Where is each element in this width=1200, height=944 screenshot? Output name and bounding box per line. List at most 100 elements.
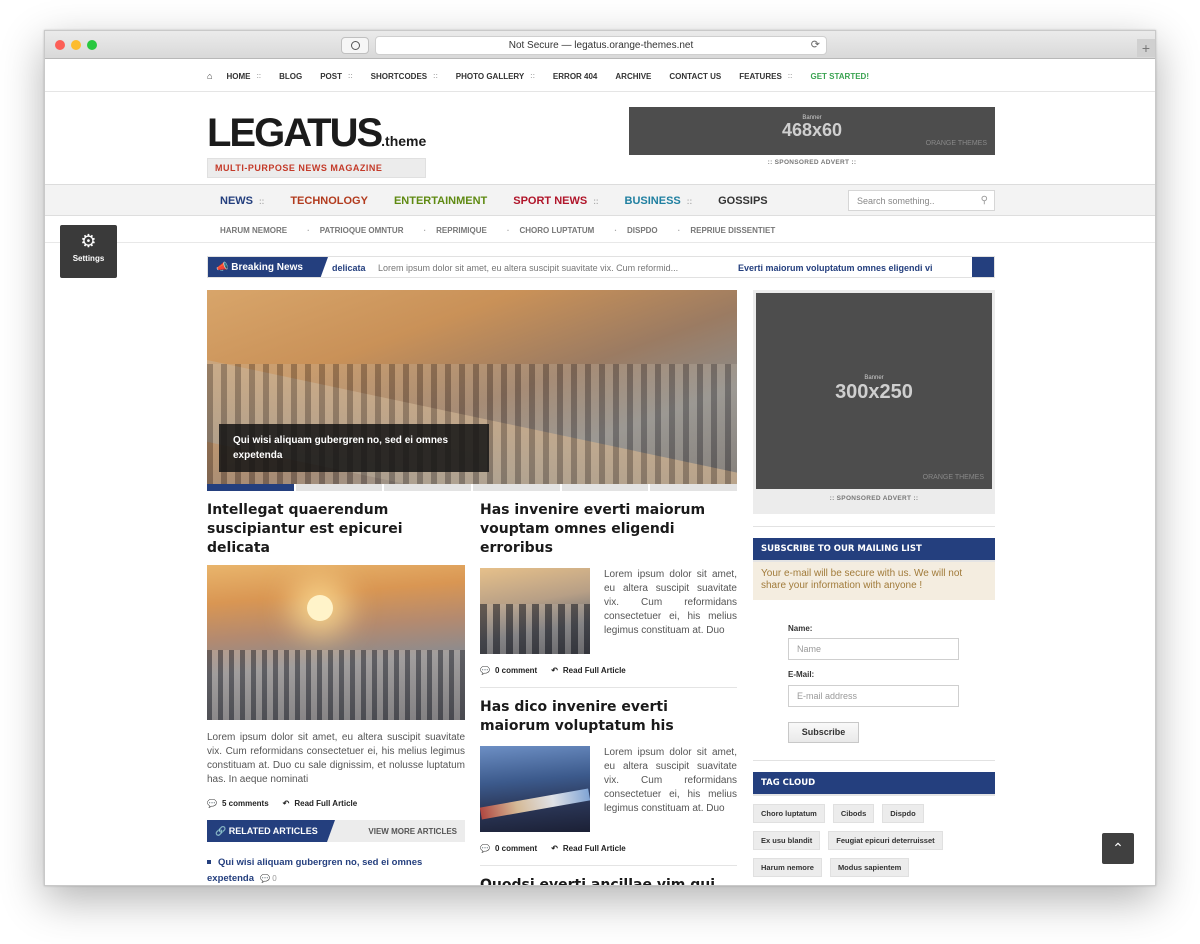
mainnav-item-gossips[interactable]: GOSSIPS [718, 195, 768, 207]
mainnav-item-business[interactable]: BUSINESS:: [625, 195, 693, 207]
search-input[interactable]: Search something.. ⚲ [848, 190, 995, 211]
tag-link[interactable]: Feugiat epicuri deterruisset [828, 831, 943, 850]
subnav-item[interactable]: PATRIOQUE OMNTUR [320, 226, 404, 235]
name-field[interactable]: Name [788, 638, 959, 660]
article-title[interactable]: Has invenire everti maiorum vouptam omne… [480, 501, 737, 558]
article-title[interactable]: Intellegat quaerendum suscipiantur est e… [207, 501, 465, 558]
ticker-next-title[interactable]: Everti maiorum voluptatum omnes eligendi… [738, 263, 933, 273]
topnav-contact-us[interactable]: CONTACT US [669, 72, 721, 81]
related-article-title[interactable]: Qui wisi aliquam gubergren no, sed ei om… [207, 857, 422, 884]
banner-size: 468x60 [781, 120, 843, 140]
minimize-window-button[interactable] [71, 40, 81, 50]
read-more-link[interactable]: ↶ Read Full Article [551, 844, 626, 853]
divider [480, 865, 737, 866]
topnav-features[interactable]: FEATURES [739, 72, 782, 81]
featured-slider[interactable]: Qui wisi aliquam gubergren no, sed ei om… [207, 290, 737, 484]
subnav-item[interactable]: REPRIMIQUE [436, 226, 487, 235]
subnav-item[interactable]: DISPDO [627, 226, 658, 235]
new-tab-button[interactable]: + [1137, 39, 1155, 57]
read-more-link[interactable]: ↶ Read Full Article [551, 666, 626, 675]
chevron-up-icon: ⌃ [1112, 840, 1124, 856]
logo-tagline: MULTI-PURPOSE NEWS MAGAZINE [207, 158, 427, 178]
divider [753, 526, 995, 527]
mailing-list-notice: Your e-mail will be secure with us. We w… [753, 562, 995, 600]
tag-link[interactable]: Dispdo [882, 804, 924, 823]
reply-arrow-icon: ↶ [551, 844, 558, 853]
sidebar: Banner 300x250 ORANGE THEMES :: SPONSORE… [753, 290, 995, 886]
subnav-item[interactable]: CHORO LUPTATUM [520, 226, 595, 235]
sidebar-banner-ad[interactable]: Banner 300x250 ORANGE THEMES :: SPONSORE… [753, 290, 995, 514]
reload-icon[interactable]: ⟳ [811, 37, 820, 54]
ticker-end-cap [972, 257, 994, 277]
related-article-item[interactable]: Qui wisi aliquam gubergren no, sed ei om… [207, 855, 465, 885]
comment-count: 💬 0 [260, 874, 277, 883]
view-more-articles-link[interactable]: VIEW MORE ARTICLES [368, 827, 457, 836]
topnav-error-404[interactable]: ERROR 404 [553, 72, 597, 81]
reader-icon[interactable] [341, 37, 369, 54]
comment-icon: 💬 [480, 844, 490, 853]
email-label: E-Mail: [788, 670, 815, 679]
mainnav-item-news[interactable]: NEWS:: [220, 195, 264, 207]
topnav-get-started[interactable]: GET STARTED! [810, 72, 869, 81]
browser-window: Not Secure — legatus.orange-themes.net ⟳… [44, 30, 1156, 886]
slider-tab[interactable] [561, 484, 649, 491]
tag-link[interactable]: Cibods [832, 804, 875, 823]
home-icon[interactable]: ⌂ [207, 71, 212, 81]
header-banner-ad[interactable]: Banner 468x60 ORANGE THEMES [629, 107, 995, 155]
mainnav-item-entertainment[interactable]: ENTERTAINMENT [394, 195, 487, 207]
search-icon[interactable]: ⚲ [981, 195, 988, 206]
slider-tab[interactable] [473, 484, 560, 491]
email-field[interactable]: E-mail address [788, 685, 959, 707]
slider-pagination [207, 484, 738, 491]
comments-link[interactable]: 💬 0 comment [480, 844, 537, 853]
article-image[interactable] [207, 565, 465, 720]
subscribe-button[interactable]: Subscribe [788, 722, 859, 743]
read-more-text: Read Full Article [562, 666, 626, 675]
settings-button[interactable]: ⚙ Settings [60, 225, 117, 278]
slider-caption[interactable]: Qui wisi aliquam gubergren no, sed ei om… [219, 424, 489, 472]
tag-link[interactable]: Patrioque omntur [846, 885, 925, 886]
sponsored-label: :: SPONSORED ADVERT :: [767, 159, 857, 166]
zoom-window-button[interactable] [87, 40, 97, 50]
slider-tab[interactable] [384, 484, 472, 491]
mainnav-item-sport-news[interactable]: SPORT NEWS:: [513, 195, 598, 207]
article-title[interactable]: Has dico invenire everti maiorum volupta… [480, 698, 737, 736]
email-placeholder: E-mail address [797, 691, 858, 701]
slider-tab[interactable] [295, 484, 383, 491]
ticker-fragment[interactable]: delicata [332, 263, 366, 273]
topnav-shortcodes[interactable]: SHORTCODES [371, 72, 427, 81]
subnav-item[interactable]: HARUM NEMORE [220, 226, 287, 235]
topnav-photo-gallery[interactable]: PHOTO GALLERY [456, 72, 524, 81]
topnav-blog[interactable]: BLOG [279, 72, 302, 81]
topnav-home[interactable]: HOME [226, 72, 250, 81]
comments-link[interactable]: 💬 5 comments [207, 799, 269, 808]
scroll-to-top-button[interactable]: ⌃ [1102, 833, 1134, 864]
tag-link[interactable]: Choro luptatum [753, 804, 825, 823]
topnav-archive[interactable]: ARCHIVE [615, 72, 651, 81]
article-thumbnail[interactable] [480, 746, 590, 832]
banner-watermark: ORANGE THEMES [922, 474, 984, 481]
image-sun [307, 595, 333, 621]
gear-icon: ⚙ [80, 231, 97, 251]
read-more-link[interactable]: ↶ Read Full Article [283, 799, 358, 808]
article-meta: 💬 0 comment ↶ Read Full Article [480, 666, 737, 675]
slider-tab[interactable] [207, 484, 294, 491]
close-window-button[interactable] [55, 40, 65, 50]
sponsored-label: :: SPONSORED ADVERT :: [829, 495, 919, 502]
comments-link[interactable]: 💬 0 comment [480, 666, 537, 675]
mainnav-label: GOSSIPS [718, 195, 768, 207]
subnav-item[interactable]: REPRIUE DISSENTIET [690, 226, 775, 235]
article-thumbnail[interactable] [480, 568, 590, 654]
slider-tab[interactable] [650, 484, 738, 491]
site-logo[interactable]: LEGATUS.theme MULTI-PURPOSE NEWS MAGAZIN… [207, 113, 427, 178]
screenshot-stage: Not Secure — legatus.orange-themes.net ⟳… [0, 0, 1200, 944]
name-placeholder: Name [797, 644, 822, 654]
address-bar[interactable]: Not Secure — legatus.orange-themes.net ⟳ [375, 36, 827, 55]
tag-link[interactable]: Harum nemore [753, 858, 822, 877]
tag-link[interactable]: Modus sapientem [829, 858, 910, 877]
topnav-post[interactable]: POST [320, 72, 342, 81]
tag-link[interactable]: Ex usu blandit [753, 831, 821, 850]
mainnav-item-technology[interactable]: TECHNOLOGY [290, 195, 368, 207]
tag-link[interactable]: No tollit reprimique [753, 885, 838, 886]
article-title[interactable]: Quodsi everti ancillae vim qui lorem [480, 876, 737, 885]
